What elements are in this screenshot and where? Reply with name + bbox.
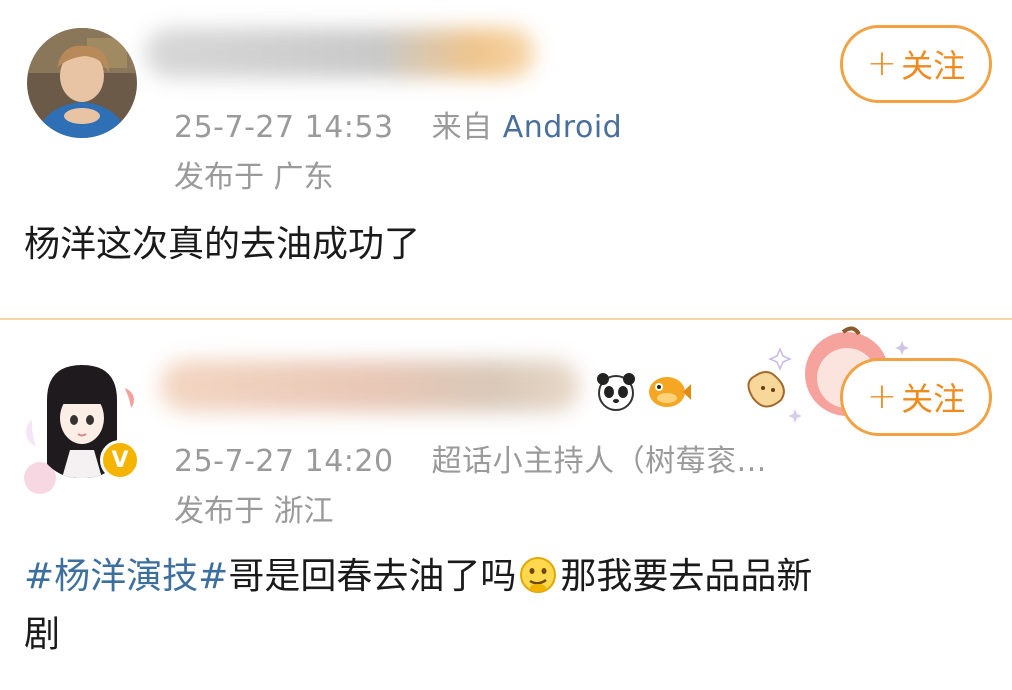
timestamp: 25-7-27 14:20 <box>174 444 394 479</box>
follow-label: 关注 <box>901 47 966 85</box>
verified-v-badge-icon: V <box>100 440 140 480</box>
comment-text: 杨洋这次真的去油成功了 <box>24 224 421 265</box>
comment-card-1: 25-7-27 14:53 来自 Android 发布于 广东 + 关注 杨洋这… <box>0 0 1012 318</box>
blurred-username[interactable] <box>145 28 535 78</box>
follow-button[interactable]: + 关注 <box>840 358 992 436</box>
location: 发布于 浙江 <box>174 494 334 529</box>
comment-text: #杨洋演技#哥是回春去油了吗 那我要去品品新剧 <box>24 548 984 664</box>
comment-card-2: V 25-7-27 14:20 超话小主持人（树莓衮... 发布于 浙江 + 关… <box>0 318 1012 690</box>
panda-emoji-icon <box>594 370 638 418</box>
supertopic-role: 超话小主持人（树莓衮... <box>431 444 767 479</box>
comment-text-part1: 哥是回春去油了吗 <box>228 556 517 597</box>
location: 发布于 广东 <box>174 160 334 195</box>
source-prefix: 来自 <box>431 110 493 145</box>
plus-icon: + <box>866 43 898 84</box>
comment-text-part2: 那我要去品品新 <box>560 556 813 597</box>
avatar[interactable] <box>27 28 137 138</box>
post-meta: 25-7-27 14:20 超话小主持人（树莓衮... <box>174 436 767 480</box>
timestamp: 25-7-27 14:53 <box>174 110 394 145</box>
comment-text-line2: 剧 <box>24 614 61 655</box>
follow-button[interactable]: + 关注 <box>840 25 992 103</box>
post-meta: 25-7-27 14:53 来自 Android <box>174 102 622 146</box>
hashtag-link[interactable]: #杨洋演技# <box>24 556 228 597</box>
blurred-username[interactable] <box>160 360 580 412</box>
smirk-emoji-icon <box>518 555 558 595</box>
plus-icon: + <box>866 376 898 417</box>
source-link[interactable]: Android <box>503 110 623 145</box>
follow-label: 关注 <box>901 380 966 418</box>
pufferfish-emoji-icon <box>645 372 691 416</box>
